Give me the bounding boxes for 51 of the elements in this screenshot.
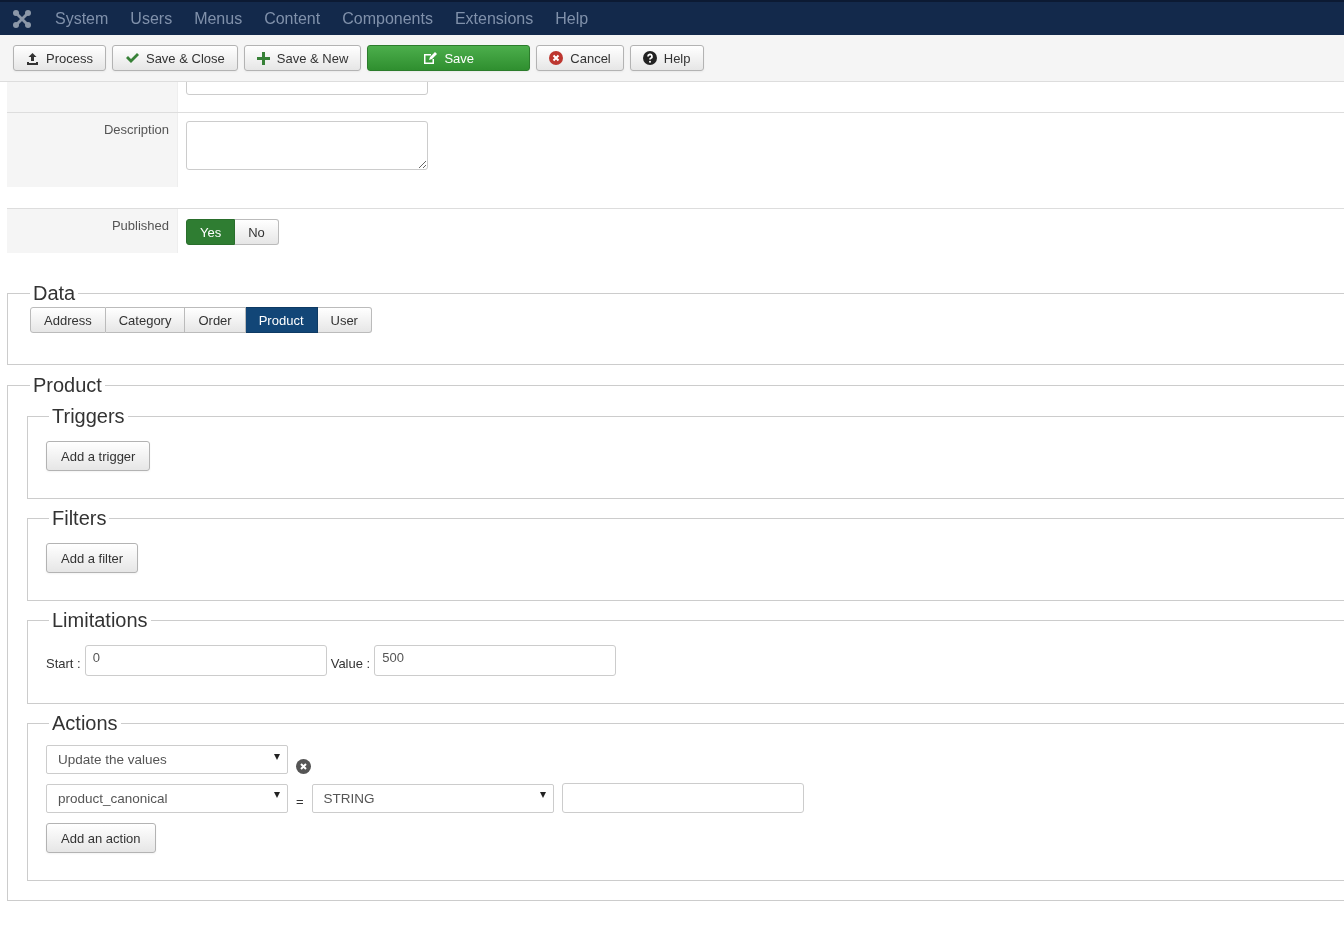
toolbar-button[interactable]: Cancel	[536, 45, 624, 71]
menu-item[interactable]: Components	[331, 9, 444, 28]
type-select[interactable]: STRING	[311, 783, 554, 813]
subsection-title: Filters	[51, 506, 108, 530]
help-icon	[642, 51, 657, 65]
value-field[interactable]	[561, 783, 804, 813]
section-title: Product	[32, 373, 103, 397]
check-icon	[124, 52, 139, 64]
field-label: Published	[111, 218, 169, 233]
menu-item[interactable]: Extensions	[443, 9, 545, 28]
caret-icon	[539, 792, 546, 798]
input-field[interactable]: 500	[374, 645, 617, 676]
add-button[interactable]: Add an action	[46, 823, 156, 853]
data-tab[interactable]: Category	[105, 307, 186, 333]
section-title: Data	[32, 281, 77, 305]
add-button[interactable]: Add a filter	[46, 543, 139, 573]
subsection-title: Actions	[51, 711, 119, 735]
menu-item[interactable]: System	[44, 9, 120, 28]
field-label: Start :	[46, 655, 81, 671]
toolbar-button[interactable]: Help	[629, 45, 704, 71]
toolbar-button[interactable]: Save & Close	[111, 45, 238, 71]
field-label: Value :	[330, 655, 371, 671]
menu-item[interactable]: Menus	[183, 9, 254, 28]
remove-icon[interactable]	[296, 759, 311, 774]
data-tab[interactable]: Address	[30, 307, 106, 333]
data-tab[interactable]: User	[317, 307, 372, 333]
upload-icon	[26, 51, 39, 65]
toggle-option[interactable]: No	[235, 219, 279, 245]
menu-item[interactable]: Help	[544, 9, 600, 28]
plus-icon	[256, 51, 270, 65]
caret-icon	[274, 753, 280, 760]
close-circle-icon	[549, 51, 564, 65]
edit-icon	[423, 51, 438, 65]
add-button[interactable]: Add a trigger	[46, 441, 151, 471]
menu-item[interactable]: Users	[119, 9, 184, 28]
action-select[interactable]: Update the values	[46, 745, 288, 774]
toolbar-button[interactable]: Process	[13, 45, 106, 71]
logo-icon[interactable]	[12, 8, 32, 29]
subsection-title: Triggers	[51, 404, 126, 428]
toolbar-button[interactable]: Save & New	[243, 45, 362, 71]
menu-item[interactable]: Content	[253, 9, 332, 28]
data-tab[interactable]: Order	[185, 307, 246, 333]
input-field[interactable]: 0	[84, 645, 327, 676]
field-label: Description	[103, 122, 169, 137]
description-field[interactable]	[186, 121, 428, 170]
subsection-title: Limitations	[51, 608, 149, 632]
caret-icon	[274, 792, 280, 798]
data-tab[interactable]: Product	[245, 307, 318, 333]
field-select[interactable]: product_canonical	[46, 783, 288, 813]
operator-label: =	[296, 792, 304, 809]
toggle-option[interactable]: Yes	[186, 219, 236, 245]
